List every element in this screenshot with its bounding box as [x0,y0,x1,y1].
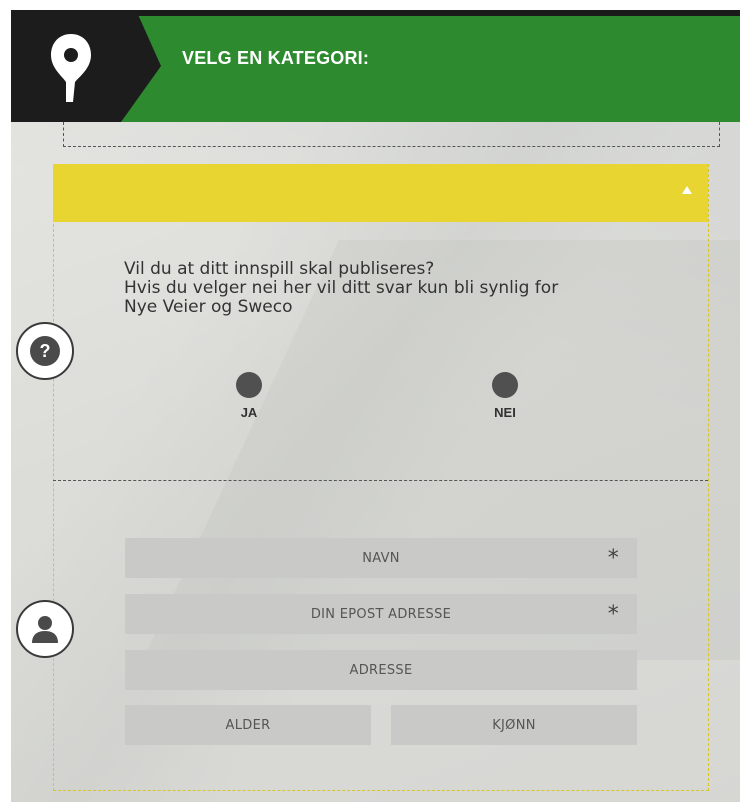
gender-placeholder: KJØNN [492,717,536,733]
question-line-2: Hvis du velger nei her vil ditt svar kun… [124,278,559,298]
radio-option-nei[interactable]: NEI [492,372,518,420]
gender-field[interactable]: KJØNN [391,705,637,745]
radio-dot-nei[interactable] [492,372,518,398]
required-marker: * [607,546,619,571]
publish-question-text: Vil du at ditt innspill skal publiseres?… [124,260,664,317]
name-placeholder: NAVN [362,550,400,566]
question-line-3: Nye Veier og Sweco [124,297,293,317]
required-marker: * [607,602,619,627]
header-title: VELG EN KATEGORI: [182,48,370,68]
address-field[interactable]: ADRESSE [125,650,637,690]
logo-block[interactable] [11,10,161,122]
radio-dot-ja[interactable] [236,372,262,398]
panel-header-bar[interactable] [53,164,708,222]
map-pin-icon [51,34,91,102]
address-placeholder: ADRESSE [349,662,413,678]
section-divider [53,480,708,481]
person-glyph [32,616,58,643]
age-placeholder: ALDER [225,717,271,733]
radio-label-nei: NEI [494,405,516,420]
user-icon [16,600,74,658]
triangle-up-icon[interactable] [682,186,692,194]
radio-option-ja[interactable]: JA [236,372,262,420]
age-field[interactable]: ALDER [125,705,371,745]
question-line-1: Vil du at ditt innspill skal publiseres? [124,259,435,279]
previous-section-border [63,122,720,147]
question-mark-glyph: ? [30,336,60,366]
question-icon: ? [16,322,74,380]
header-bar: VELG EN KATEGORI: [11,10,740,122]
radio-label-ja: JA [240,405,258,420]
name-field[interactable]: NAVN * [125,538,637,578]
email-placeholder: DIN EPOST ADRESSE [310,606,452,622]
email-field[interactable]: DIN EPOST ADRESSE * [125,594,637,634]
